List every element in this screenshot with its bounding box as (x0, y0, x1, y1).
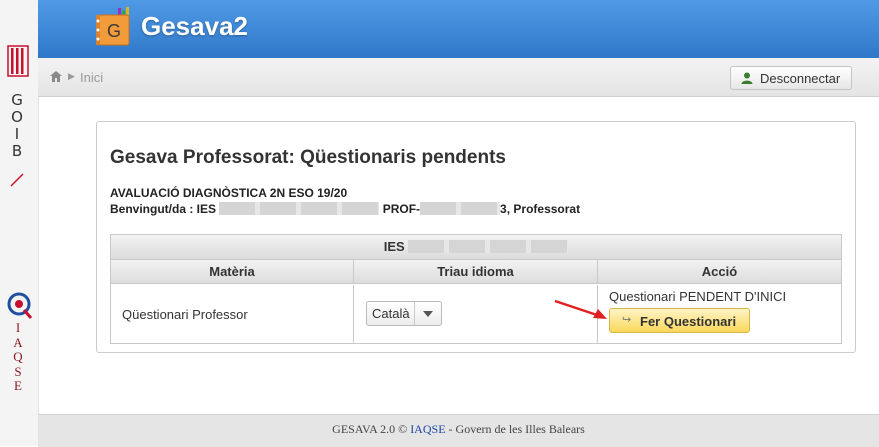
questionnaire-table: IES Matèria Triau idioma Acció Qüestiona… (110, 234, 842, 344)
goib-letter: I (14, 125, 20, 143)
iaqse-letter: E (14, 378, 22, 393)
table-cell-materia: Qüestionari Professor (111, 285, 354, 343)
welcome-suffix: , Professorat (506, 202, 581, 216)
gesava-logo-icon: G (96, 7, 130, 46)
welcome-prof: PROF- (382, 202, 421, 216)
logout-button[interactable]: Desconnectar (730, 66, 852, 90)
app-title: Gesava2 (141, 11, 248, 41)
page-footer: GESAVA 2.0 © IAQSE - Govern de les Illes… (38, 414, 879, 447)
page-title: Gesava Professorat: Qüestionaris pendent… (110, 147, 506, 168)
school-header: IES (111, 235, 841, 260)
breadcrumb-chevron-icon: ▶ (68, 71, 75, 81)
user-icon (741, 72, 753, 84)
iaqse-letter: S (14, 363, 22, 379)
goib-letter: B (11, 142, 23, 160)
footer-copyright: GESAVA 2.0 © (332, 422, 408, 436)
subject-name: Qüestionari Professor (122, 307, 248, 322)
iaqse-letter: A (13, 334, 23, 350)
redo-arrow-icon: ↪ (622, 314, 632, 326)
iaqse-logo (7, 292, 33, 319)
slash-mark-icon (10, 173, 24, 187)
redacted-prof-code (420, 202, 501, 215)
logout-label: Desconnectar (760, 71, 841, 86)
welcome-line: Benvingut/da : IES PROF- 3, Professorat (110, 202, 580, 216)
annotation-arrow-icon (554, 299, 607, 319)
footer-iaqse-link[interactable]: IAQSE (410, 422, 445, 436)
iaqse-wordmark: I A Q S E (0, 320, 36, 394)
iaqse-letter: I (15, 320, 21, 335)
logo-letter: G (107, 21, 121, 41)
school-prefix: IES (383, 239, 405, 254)
left-sidebar: G O I B I A Q S E (0, 0, 39, 446)
goib-wordmark: G O I B (0, 92, 34, 160)
start-questionnaire-button[interactable]: ↪ Fer Questionari (609, 308, 750, 333)
column-header-idioma: Triau idioma (354, 260, 598, 284)
language-select[interactable]: Català (366, 301, 442, 326)
chevron-down-icon (414, 302, 441, 325)
home-icon[interactable] (50, 71, 62, 82)
column-header-materia: Matèria (111, 260, 354, 284)
welcome-prefix: Benvingut/da : IES (110, 202, 217, 216)
welcome-prof-tail: 3 (500, 202, 507, 216)
start-questionnaire-label: Fer Questionari (640, 314, 737, 329)
breadcrumb-home-link[interactable]: Inici (80, 70, 103, 85)
iaqse-letter: Q (13, 349, 23, 364)
status-text: Questionari PENDENT D'INICI (609, 289, 787, 304)
assessment-name: AVALUACIÓ DIAGNÒSTICA 2N ESO 19/20 (110, 186, 348, 200)
app-header: G Gesava2 (38, 0, 879, 58)
redacted-school-name (408, 240, 569, 253)
redacted-school-name (219, 202, 380, 215)
column-header-accio: Acció (598, 260, 841, 284)
goib-letter: O (11, 108, 23, 126)
footer-suffix: - Govern de les Illes Balears (448, 422, 585, 436)
language-selected-value: Català (372, 306, 410, 321)
goib-logo (7, 45, 29, 77)
goib-letter: G (11, 91, 23, 109)
breadcrumb: ▶ Inici Desconnectar (38, 58, 879, 97)
